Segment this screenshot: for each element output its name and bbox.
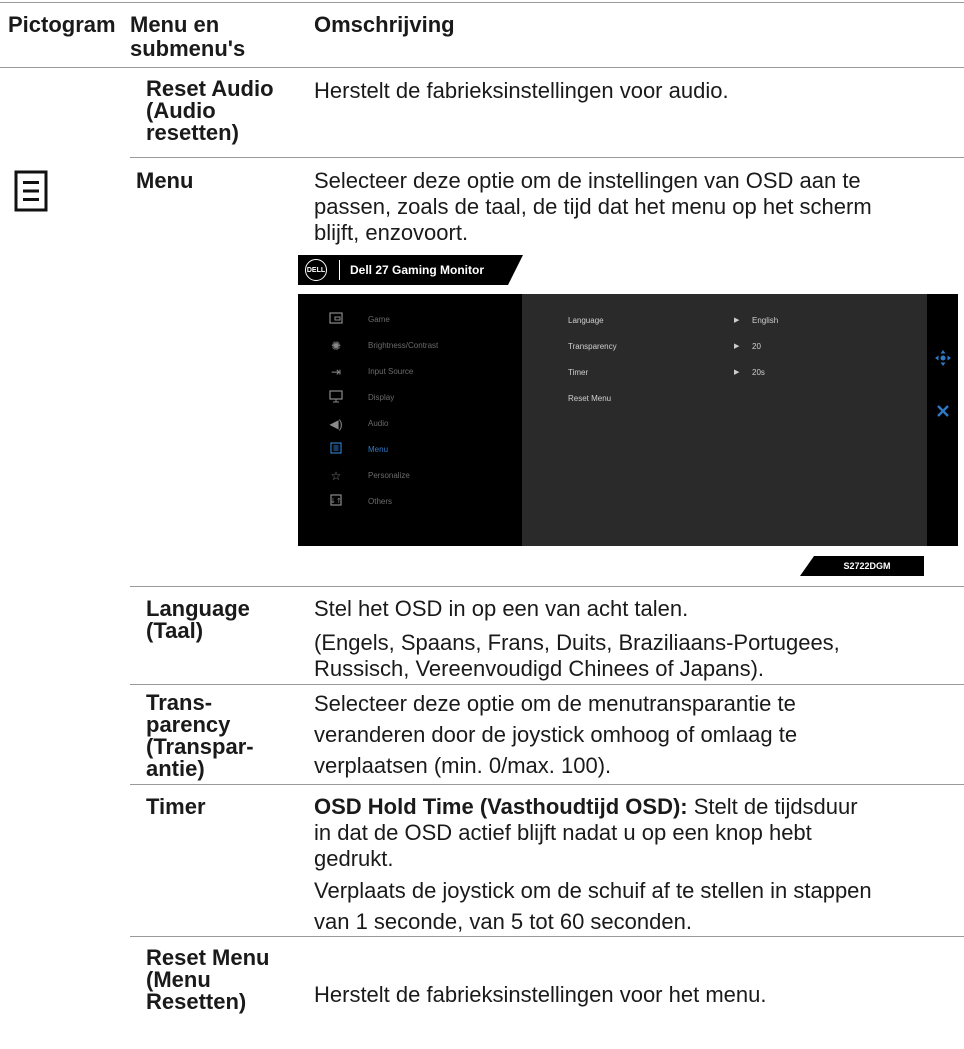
osd-main-menu: Game ✺ Brightness/Contrast ⇥ Input Sourc… bbox=[298, 294, 522, 546]
osd-setting-value: English bbox=[752, 316, 779, 325]
osd-setting-value: 20 bbox=[752, 342, 761, 351]
osd-menu-item-menu[interactable]: Menu bbox=[298, 440, 522, 460]
menu-list-icon bbox=[14, 170, 48, 212]
joystick-navigate-icon[interactable] bbox=[935, 350, 951, 366]
osd-menu-item-audio[interactable]: ◀) Audio bbox=[298, 414, 522, 434]
audio-icon: ◀) bbox=[329, 417, 343, 431]
osd-submenu bbox=[522, 294, 927, 546]
term-menu: Menu bbox=[136, 168, 194, 193]
dell-logo: DELL bbox=[305, 259, 327, 281]
osd-setting-value: 20s bbox=[752, 368, 765, 377]
desc-language-list: (Engels, Spaans, Frans, Duits, Braziliaa… bbox=[314, 630, 840, 681]
desc-language: Stel het OSD in op een van acht talen. bbox=[314, 596, 689, 621]
term-transparency: Trans- parency (Transpar- antie) bbox=[146, 690, 254, 781]
term-language: Language (Taal) bbox=[146, 596, 250, 643]
osd-menu-item-personalize[interactable]: ☆ Personalize bbox=[298, 466, 522, 486]
display-icon bbox=[328, 390, 344, 406]
menu-icon bbox=[328, 442, 344, 458]
osd-setting-reset-menu[interactable]: Reset Menu bbox=[568, 393, 611, 405]
game-icon bbox=[328, 312, 344, 328]
header-rule bbox=[0, 67, 964, 68]
svg-text:↓↑: ↓↑ bbox=[330, 497, 342, 505]
table-top-rule bbox=[0, 2, 964, 3]
star-icon: ☆ bbox=[330, 469, 342, 483]
osd-title-tab-notch bbox=[508, 255, 523, 285]
osd-setting-transparency[interactable]: Transparency bbox=[568, 341, 617, 353]
row-rule bbox=[130, 936, 964, 937]
osd-menu-item-brightness[interactable]: ✺ Brightness/Contrast bbox=[298, 336, 522, 356]
caret-right-icon: ▶ bbox=[734, 369, 740, 376]
term-reset-menu: Reset Menu (Menu Resetten) bbox=[146, 945, 270, 1014]
desc-reset-audio: Herstelt de fabrieksinstellingen voor au… bbox=[314, 78, 729, 103]
desc-transparency: Selecteer deze optie om de menutranspara… bbox=[314, 691, 798, 778]
caret-right-icon: ▶ bbox=[734, 317, 740, 324]
osd-menu-label: Input Source bbox=[368, 367, 414, 376]
row-rule bbox=[130, 784, 964, 785]
osd-menu-item-game[interactable]: Game bbox=[298, 310, 522, 330]
osd-hold-time-label: OSD Hold Time (Vasthoudtijd OSD): bbox=[314, 794, 688, 819]
osd-menu-label: Menu bbox=[368, 445, 389, 454]
osd-title-tab: DELL Dell 27 Gaming Monitor bbox=[298, 255, 508, 285]
input-source-icon: ⇥ bbox=[330, 365, 342, 379]
osd-joystick-bar bbox=[927, 294, 958, 546]
osd-menu-item-others[interactable]: ↓↑ Others bbox=[298, 492, 522, 512]
osd-title-separator bbox=[339, 260, 340, 280]
osd-menu-label: Audio bbox=[368, 419, 389, 428]
caret-right-icon: ▶ bbox=[734, 343, 740, 350]
osd-menu-label: Personalize bbox=[368, 471, 410, 480]
model-tab: S2722DGM bbox=[800, 556, 924, 576]
row-rule bbox=[130, 684, 964, 685]
desc-timer-steps: Verplaats de joystick om de schuif af te… bbox=[314, 878, 872, 934]
term-timer: Timer bbox=[146, 794, 206, 819]
osd-menu-item-input-source[interactable]: ⇥ Input Source bbox=[298, 362, 522, 382]
osd-title: Dell 27 Gaming Monitor bbox=[350, 263, 485, 277]
osd-panel: Game ✺ Brightness/Contrast ⇥ Input Sourc… bbox=[298, 294, 958, 546]
osd-setting-language[interactable]: Language bbox=[568, 315, 604, 327]
others-icon: ↓↑ bbox=[328, 494, 344, 510]
osd-menu-label: Brightness/Contrast bbox=[368, 341, 439, 350]
desc-menu: Selecteer deze optie om de instellingen … bbox=[314, 168, 872, 245]
header-pictogram: Pictogram bbox=[8, 12, 116, 37]
close-icon[interactable] bbox=[936, 404, 950, 418]
row-rule bbox=[130, 586, 964, 587]
desc-timer: OSD Hold Time (Vasthoudtijd OSD): Stelt … bbox=[314, 794, 858, 871]
term-reset-audio: Reset Audio (Audio resetten) bbox=[146, 76, 274, 145]
header-menu: Menu en submenu's bbox=[130, 12, 246, 61]
desc-reset-menu: Herstelt de fabrieksinstellingen voor he… bbox=[314, 982, 767, 1007]
osd-setting-timer[interactable]: Timer bbox=[568, 367, 588, 379]
brightness-icon: ✺ bbox=[330, 339, 342, 353]
osd-menu-label: Others bbox=[368, 497, 393, 506]
osd-menu-label: Display bbox=[368, 393, 395, 402]
osd-menu-label: Game bbox=[368, 315, 390, 324]
osd-menu-item-display[interactable]: Display bbox=[298, 388, 522, 408]
model-label: S2722DGM bbox=[843, 561, 891, 571]
row-rule bbox=[130, 157, 964, 158]
header-description: Omschrijving bbox=[314, 12, 455, 37]
